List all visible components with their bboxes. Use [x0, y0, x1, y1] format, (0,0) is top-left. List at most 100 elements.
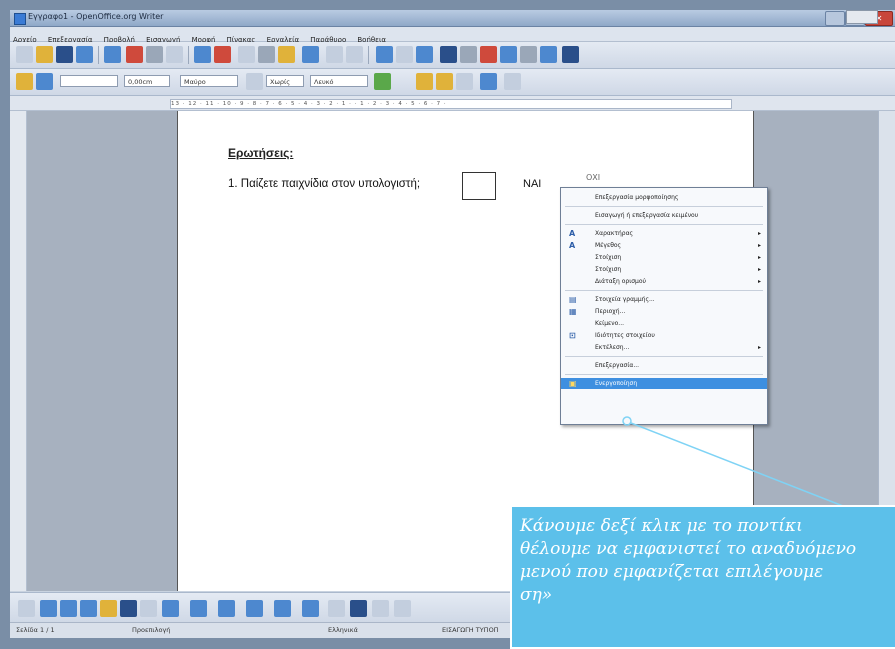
menu-item-position-size[interactable]: ⊡ Ιδιότητες στοιχείου	[561, 330, 767, 341]
print-preview-icon[interactable]	[166, 46, 183, 63]
ruler-scale: 13 · 12 · 11 · 10 · 9 · 8 · 7 · 6 · 5 · …	[170, 99, 732, 109]
align-icon[interactable]	[504, 73, 521, 90]
fontwork-icon[interactable]	[350, 600, 367, 617]
export-pdf-icon[interactable]	[126, 46, 143, 63]
area-style-select[interactable]: Χωρίς	[266, 75, 304, 87]
email-icon[interactable]	[76, 46, 93, 63]
area-icon: ▦	[569, 307, 577, 316]
freeform-icon[interactable]	[100, 600, 117, 617]
anchor-icon[interactable]	[16, 73, 33, 90]
language-indicator[interactable]: Ελληνικά	[328, 626, 358, 634]
instruction-line-1: Κάνουμε δεξί κλικ με το ποντίκι	[520, 516, 803, 536]
menu-item-edit-format[interactable]: Επεξεργασία μορφοποίησης	[561, 192, 767, 203]
redo-icon[interactable]	[346, 46, 363, 63]
callouts-icon[interactable]	[274, 600, 291, 617]
line-width-field[interactable]: 0,00cm	[124, 75, 170, 87]
menu-item-label: Στοίχιση	[595, 266, 622, 273]
data-sources-icon[interactable]	[500, 46, 517, 63]
save-icon[interactable]	[56, 46, 73, 63]
menu-item-area[interactable]: ▦ Περιοχή...	[561, 306, 767, 317]
line-icon[interactable]	[40, 600, 57, 617]
instruction-line-3: μενού που εμφανίζεται επιλέγουμε	[520, 562, 824, 582]
line-style-select[interactable]	[60, 75, 118, 87]
cut-icon[interactable]	[238, 46, 255, 63]
fill-color-select[interactable]: Λευκό	[310, 75, 368, 87]
open-folder-icon[interactable]	[36, 46, 53, 63]
menu-item-character[interactable]: A Χαρακτήρας ▸	[561, 228, 767, 239]
menu-item-label: Στοίχιση	[595, 254, 622, 261]
menu-item-line[interactable]: ▤ Στοιχεία γραμμής...	[561, 294, 767, 305]
from-file-icon[interactable]	[372, 600, 389, 617]
show-draw-functions-icon[interactable]	[416, 46, 433, 63]
points-icon[interactable]	[328, 600, 345, 617]
menu-item-label: Ενεργοποίηση	[595, 380, 638, 387]
send-backward-icon[interactable]	[436, 73, 453, 90]
submenu-arrow-icon: ▸	[757, 344, 761, 351]
symbol-shapes-icon[interactable]	[190, 600, 207, 617]
minimize-button[interactable]	[825, 11, 845, 26]
paste-icon[interactable]	[278, 46, 295, 63]
menu-item-anchor[interactable]: Εκτέλεση... ▸	[561, 342, 767, 353]
font-size-icon: A	[569, 241, 576, 250]
menu-item-size[interactable]: A Μέγεθος ▸	[561, 240, 767, 251]
app-icon	[14, 13, 26, 25]
select-icon[interactable]	[18, 600, 35, 617]
menu-item-label: Ιδιότητες στοιχείου	[595, 332, 655, 339]
menu-item-line-spacing[interactable]: Διάταξη ορισμού ▸	[561, 276, 767, 287]
undo-icon[interactable]	[326, 46, 343, 63]
basic-shapes-icon[interactable]	[162, 600, 179, 617]
text-icon[interactable]	[120, 600, 137, 617]
print-icon[interactable]	[146, 46, 163, 63]
submenu-arrow-icon: ▸	[757, 278, 761, 285]
menu-item-alignment[interactable]: Στοίχιση ▸	[561, 264, 767, 275]
menu-item-label: Περιοχή...	[595, 308, 626, 315]
find-replace-icon[interactable]	[440, 46, 457, 63]
block-arrows-icon[interactable]	[218, 600, 235, 617]
new-document-icon[interactable]	[16, 46, 33, 63]
questions-heading: Ερωτήσεις:	[228, 146, 294, 160]
instruction-line-4: ση»	[520, 585, 553, 605]
navigator-icon[interactable]	[460, 46, 477, 63]
spellcheck-icon[interactable]	[194, 46, 211, 63]
shadow-icon[interactable]	[374, 73, 391, 90]
autospell-icon[interactable]	[214, 46, 231, 63]
menu-item-insert-text[interactable]: Εισαγωγή ή επεξεργασία κειμένου	[561, 210, 767, 221]
menu-item-edit-points[interactable]: Επεξεργασία...	[561, 360, 767, 371]
menu-item-style[interactable]: Στοίχιση ▸	[561, 252, 767, 263]
page-style[interactable]: Προεπιλογή	[132, 626, 170, 634]
format-paintbrush-icon[interactable]	[302, 46, 319, 63]
insert-mode[interactable]: ΕΙΣΑΓΩΓΗ ΤΥΠΟΠ	[442, 626, 499, 634]
table-icon[interactable]	[396, 46, 413, 63]
question-text: 1. Παίζετε παιχνίδια στον υπολογιστή;	[228, 178, 421, 190]
anchor-change-icon[interactable]	[480, 73, 497, 90]
menu-item-text[interactable]: Κείμενο...	[561, 318, 767, 329]
rectangle-icon[interactable]	[60, 600, 77, 617]
flowchart-icon[interactable]	[246, 600, 263, 617]
menu-item-label: Επεξεργασία μορφοποίησης	[595, 194, 679, 201]
area-style-icon[interactable]	[246, 73, 263, 90]
menu-item-label: Διάταξη ορισμού	[595, 278, 646, 285]
instruction-callout: Κάνουμε δεξί κλικ με το ποντίκι θέλουμε …	[510, 505, 895, 649]
vertical-ruler	[10, 111, 27, 591]
line-style-icon[interactable]	[36, 73, 53, 90]
to-front-icon[interactable]	[456, 73, 473, 90]
line-color-select[interactable]: Μαύρο	[180, 75, 238, 87]
formatting-marks-icon[interactable]	[520, 46, 537, 63]
gallery-icon[interactable]	[480, 46, 497, 63]
zoom-icon[interactable]	[540, 46, 557, 63]
line-properties-icon: ▤	[569, 295, 577, 304]
standard-toolbar	[10, 42, 895, 69]
copy-icon[interactable]	[258, 46, 275, 63]
submenu-arrow-icon: ▸	[757, 254, 761, 261]
edit-file-icon[interactable]	[104, 46, 121, 63]
instruction-line-2: θέλουμε να εμφανιστεί το αναδυόμενο	[520, 539, 857, 559]
stars-icon[interactable]	[302, 600, 319, 617]
menu-item-control[interactable]: ▣ Ενεργοποίηση	[561, 378, 767, 389]
ellipse-icon[interactable]	[80, 600, 97, 617]
extrusion-icon[interactable]	[394, 600, 411, 617]
answer-checkbox-control[interactable]	[462, 172, 496, 200]
help-icon[interactable]	[562, 46, 579, 63]
hyperlink-icon[interactable]	[376, 46, 393, 63]
bring-forward-icon[interactable]	[416, 73, 433, 90]
callout-icon[interactable]	[140, 600, 157, 617]
